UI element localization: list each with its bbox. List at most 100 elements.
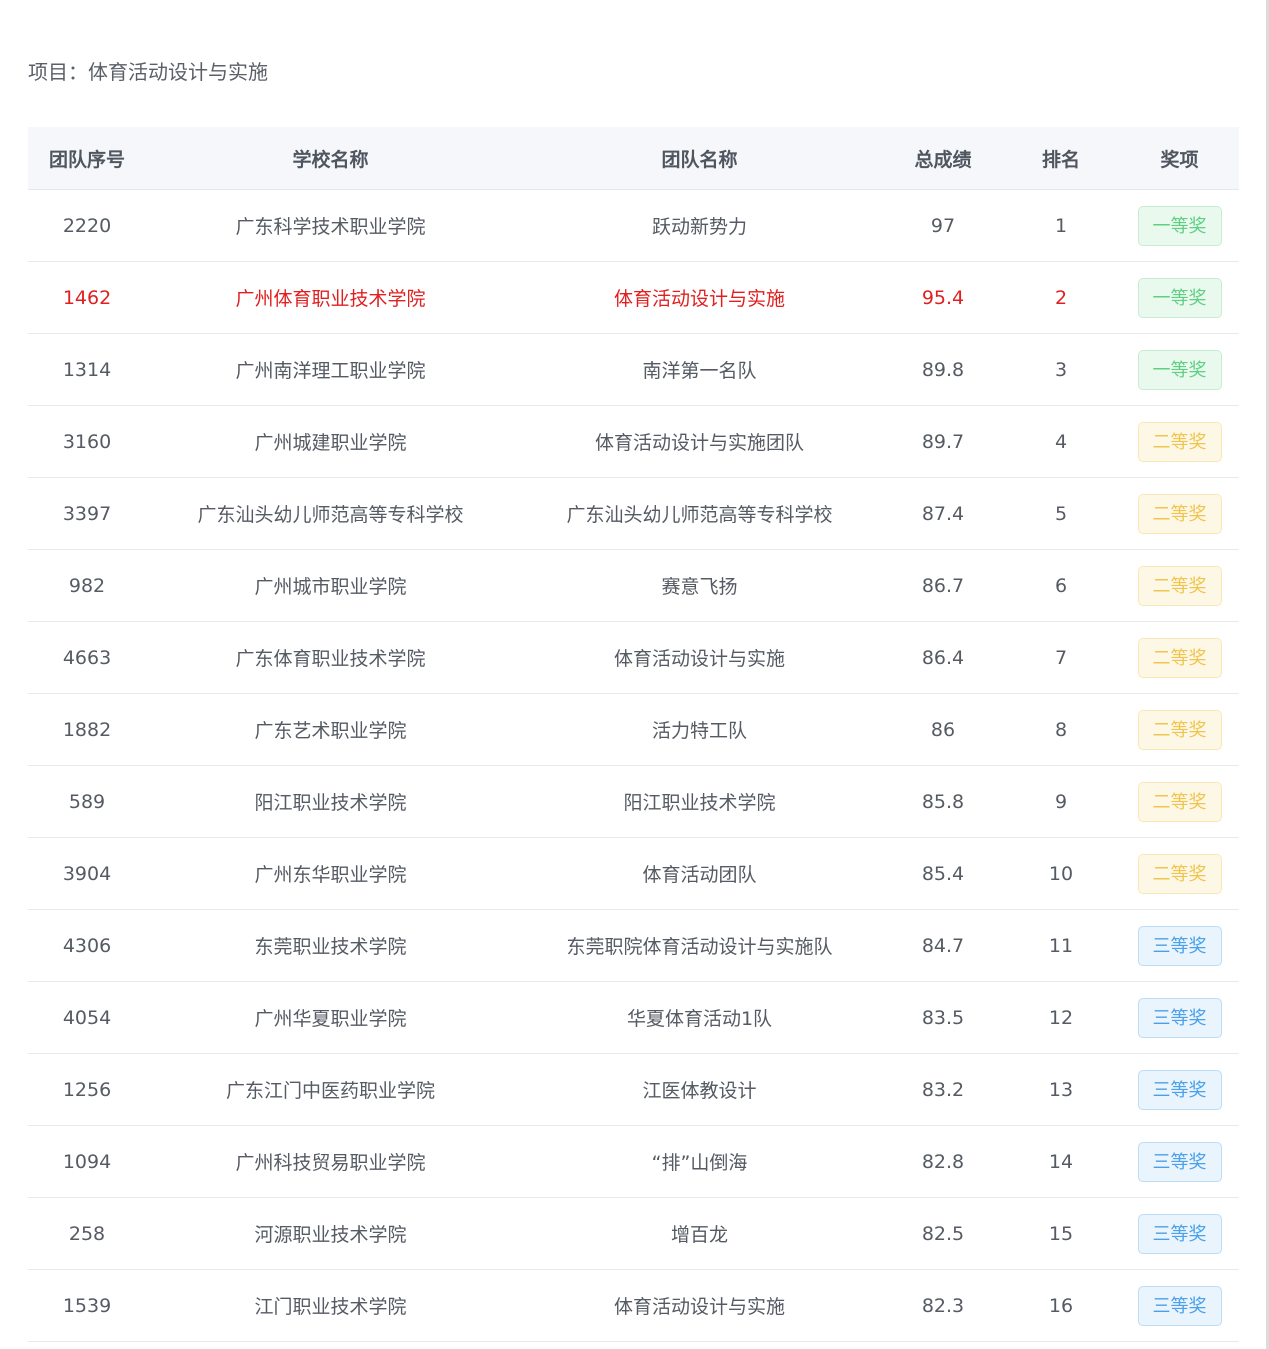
award-cell: 一等奖	[1120, 333, 1239, 406]
team-name-cell: 阳江职业技术学院	[515, 765, 884, 838]
total-score-cell: 86	[884, 693, 1002, 766]
column-header-award[interactable]: 奖项	[1120, 127, 1239, 190]
rank-cell: 12	[1002, 981, 1120, 1054]
school-name-cell: 阳江职业技术学院	[146, 765, 515, 838]
award-badge: 二等奖	[1137, 493, 1222, 534]
team-name-cell: 体育活动团队	[515, 837, 884, 910]
award-cell: 一等奖	[1120, 261, 1239, 334]
award-badge: 三等奖	[1137, 997, 1222, 1038]
column-header-team-name[interactable]: 团队名称	[515, 127, 884, 190]
results-table: 团队序号 学校名称 团队名称 总成绩 排名 奖项 2220 广东科学技术职业学院跃…	[28, 127, 1239, 1342]
table-body: 2220 广东科学技术职业学院 跃动新势力 97 1 一等奖 1462 广州体育职业技术学院体…	[28, 189, 1239, 1342]
column-header-school-name[interactable]: 学校名称	[146, 127, 515, 190]
team-id-cell: 3904	[28, 837, 146, 910]
team-name-cell: 跃动新势力	[515, 189, 884, 262]
school-name-cell: 广州科技贸易职业学院	[146, 1125, 515, 1198]
rank-cell: 5	[1002, 477, 1120, 550]
total-score-cell: 85.8	[884, 765, 1002, 838]
team-name-cell: 赛意飞扬	[515, 549, 884, 622]
team-id-cell: 1256	[28, 1053, 146, 1126]
award-cell: 三等奖	[1120, 1269, 1239, 1342]
award-cell: 一等奖	[1120, 189, 1239, 262]
team-name-cell: 体育活动设计与实施	[515, 261, 884, 334]
award-cell: 三等奖	[1120, 909, 1239, 982]
award-badge: 三等奖	[1137, 1069, 1222, 1110]
team-name-cell: 活力特工队	[515, 693, 884, 766]
rank-cell: 16	[1002, 1269, 1120, 1342]
team-name-cell: 南洋第一名队	[515, 333, 884, 406]
table-row: 3160 广州城建职业学院 体育活动设计与实施团队 89.7 4 二等奖	[28, 405, 1239, 478]
school-name-cell: 东莞职业技术学院	[146, 909, 515, 982]
total-score-cell: 86.4	[884, 621, 1002, 694]
award-cell: 二等奖	[1120, 837, 1239, 910]
award-badge: 三等奖	[1137, 1213, 1222, 1254]
school-name-cell: 广东艺术职业学院	[146, 693, 515, 766]
total-score-cell: 89.7	[884, 405, 1002, 478]
table-header: 团队序号 学校名称 团队名称 总成绩 排名 奖项	[28, 127, 1239, 190]
table-row: 258 河源职业技术学院 增百龙 82.5 15 三等奖	[28, 1197, 1239, 1270]
team-id-cell: 3160	[28, 405, 146, 478]
school-name-cell: 广州华夏职业学院	[146, 981, 515, 1054]
school-name-cell: 河源职业技术学院	[146, 1197, 515, 1270]
team-id-cell: 4663	[28, 621, 146, 694]
table-row: 4663 广东体育职业技术学院 体育活动设计与实施 86.4 7 二等奖	[28, 621, 1239, 694]
rank-cell: 15	[1002, 1197, 1120, 1270]
rank-cell: 1	[1002, 189, 1120, 262]
rank-cell: 6	[1002, 549, 1120, 622]
column-header-rank[interactable]: 排名	[1002, 127, 1120, 190]
table-row: 4306 东莞职业技术学院 东莞职院体育活动设计与实施队 84.7 11 三等奖	[28, 909, 1239, 982]
award-badge: 二等奖	[1137, 853, 1222, 894]
award-cell: 二等奖	[1120, 693, 1239, 766]
total-score-cell: 97	[884, 189, 1002, 262]
team-name-cell: 华夏体育活动1队	[515, 981, 884, 1054]
team-id-cell: 982	[28, 549, 146, 622]
award-cell: 二等奖	[1120, 477, 1239, 550]
team-id-cell: 3397	[28, 477, 146, 550]
award-cell: 三等奖	[1120, 1125, 1239, 1198]
award-cell: 三等奖	[1120, 981, 1239, 1054]
team-id-cell: 1314	[28, 333, 146, 406]
total-score-cell: 87.4	[884, 477, 1002, 550]
award-cell: 二等奖	[1120, 765, 1239, 838]
team-name-cell: 广东汕头幼儿师范高等专科学校	[515, 477, 884, 550]
column-header-total-score[interactable]: 总成绩	[884, 127, 1002, 190]
table-row: 2220 广东科学技术职业学院 跃动新势力 97 1 一等奖	[28, 189, 1239, 262]
table-row: 3397 广东汕头幼儿师范高等专科学校 广东汕头幼儿师范高等专科学校 87.4 5 二等奖	[28, 477, 1239, 550]
table-row: 3904 广州东华职业学院 体育活动团队 85.4 10 二等奖	[28, 837, 1239, 910]
total-score-cell: 83.2	[884, 1053, 1002, 1126]
school-name-cell: 广东科学技术职业学院	[146, 189, 515, 262]
total-score-cell: 85.4	[884, 837, 1002, 910]
rank-cell: 13	[1002, 1053, 1120, 1126]
team-id-cell: 2220	[28, 189, 146, 262]
team-name-cell: 体育活动设计与实施	[515, 621, 884, 694]
team-id-cell: 4306	[28, 909, 146, 982]
school-name-cell: 广州体育职业技术学院	[146, 261, 515, 334]
table-row: 1882 广东艺术职业学院 活力特工队 86 8 二等奖	[28, 693, 1239, 766]
rank-cell: 4	[1002, 405, 1120, 478]
school-name-cell: 广州南洋理工职业学院	[146, 333, 515, 406]
rank-cell: 7	[1002, 621, 1120, 694]
school-name-cell: 广东江门中医药职业学院	[146, 1053, 515, 1126]
award-cell: 二等奖	[1120, 549, 1239, 622]
award-badge: 一等奖	[1137, 205, 1222, 246]
award-cell: 三等奖	[1120, 1197, 1239, 1270]
rank-cell: 11	[1002, 909, 1120, 982]
rank-cell: 8	[1002, 693, 1120, 766]
award-badge: 三等奖	[1137, 1285, 1222, 1326]
award-cell: 二等奖	[1120, 621, 1239, 694]
team-name-cell: 东莞职院体育活动设计与实施队	[515, 909, 884, 982]
total-score-cell: 82.3	[884, 1269, 1002, 1342]
total-score-cell: 89.8	[884, 333, 1002, 406]
award-cell: 二等奖	[1120, 405, 1239, 478]
school-name-cell: 广州东华职业学院	[146, 837, 515, 910]
team-id-cell: 589	[28, 765, 146, 838]
table-header-row: 团队序号 学校名称 团队名称 总成绩 排名 奖项	[28, 127, 1239, 190]
award-badge: 一等奖	[1137, 349, 1222, 390]
team-id-cell: 1094	[28, 1125, 146, 1198]
school-name-cell: 广州城市职业学院	[146, 549, 515, 622]
table-row: 982 广州城市职业学院 赛意飞扬 86.7 6 二等奖	[28, 549, 1239, 622]
award-badge: 二等奖	[1137, 637, 1222, 678]
team-id-cell: 1539	[28, 1269, 146, 1342]
column-header-team-id[interactable]: 团队序号	[28, 127, 146, 190]
award-badge: 三等奖	[1137, 925, 1222, 966]
